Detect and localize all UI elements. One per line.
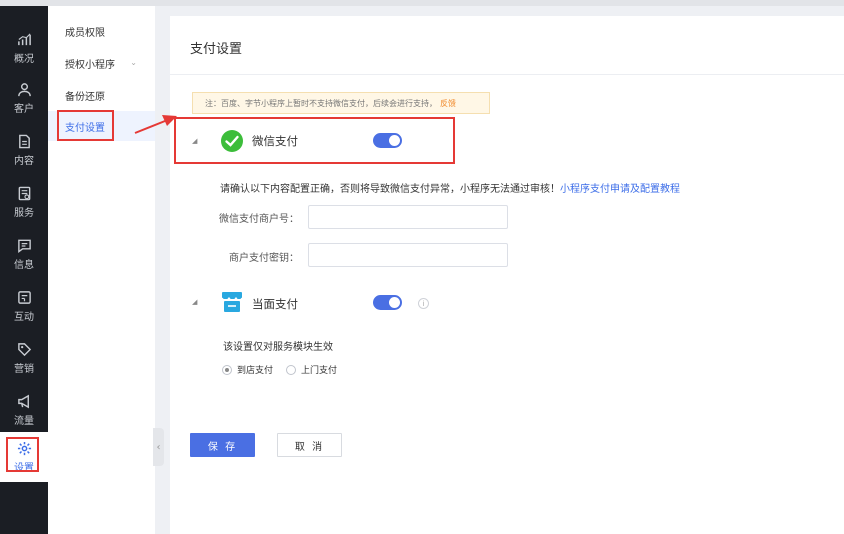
user-icon bbox=[17, 82, 31, 96]
sidebar-item-label: 营销 bbox=[14, 363, 34, 375]
sidebar-item-message[interactable]: 信息 bbox=[0, 228, 48, 280]
annotation-arrow-icon bbox=[134, 115, 177, 134]
collapse-sidebar-button[interactable]: ‹ bbox=[153, 428, 164, 466]
sidebar-item-marketing[interactable]: 营销 bbox=[0, 332, 48, 384]
submenu-item-label: 成员权限 bbox=[65, 27, 105, 39]
merchant-id-label: 微信支付商户号： bbox=[219, 214, 299, 225]
sidebar-item-label: 互动 bbox=[14, 311, 34, 323]
interact-icon bbox=[17, 290, 31, 304]
scope-text: 该设置仅对服务模块生效 bbox=[223, 342, 333, 353]
page-title: 支付设置 bbox=[190, 42, 243, 57]
payment-settings-panel: 支付设置 注：百度、字节小程序上暂时不支持微信支付，后续会进行支持， 反馈 ◢ … bbox=[170, 16, 844, 534]
sidebar-item-label: 流量 bbox=[14, 415, 34, 427]
feedback-link[interactable]: 反馈 bbox=[440, 98, 456, 109]
radio-in-store-pay[interactable]: 到店支付 bbox=[222, 363, 273, 376]
submenu-item-label: 授权小程序 bbox=[65, 59, 115, 71]
notice-text: 注：百度、字节小程序上暂时不支持微信支付，后续会进行支持， bbox=[205, 98, 437, 108]
info-icon[interactable]: i bbox=[418, 298, 429, 309]
store-pay-icon bbox=[221, 292, 243, 312]
collapse-caret-icon[interactable]: ◢ bbox=[192, 298, 197, 306]
sidebar-item-customer[interactable]: 客户 bbox=[0, 72, 48, 124]
merchant-key-label: 商户支付密钥： bbox=[229, 253, 299, 264]
merchant-id-input[interactable] bbox=[308, 205, 508, 229]
settings-submenu: 成员权限 授权小程序 ⌄ 备份还原 支付设置 bbox=[48, 6, 155, 534]
radio-circle bbox=[286, 364, 296, 375]
highlight-box-settings bbox=[6, 437, 39, 472]
submenu-item-member-permissions[interactable]: 成员权限 bbox=[48, 16, 155, 46]
radio-label: 上门支付 bbox=[301, 366, 338, 376]
submenu-item-authorize-miniprogram[interactable]: 授权小程序 ⌄ bbox=[48, 48, 155, 78]
face-pay-label: 当面支付 bbox=[252, 297, 298, 311]
sidebar-item-label: 概况 bbox=[14, 53, 34, 65]
face-pay-toggle[interactable] bbox=[373, 295, 402, 310]
sidebar-item-traffic[interactable]: 流量 bbox=[0, 384, 48, 436]
tutorial-link[interactable]: 小程序支付申请及配置教程 bbox=[560, 184, 680, 195]
tag-icon bbox=[17, 342, 31, 356]
radio-onsite-pay[interactable]: 上门支付 bbox=[286, 363, 337, 376]
radio-label: 到店支付 bbox=[237, 366, 274, 376]
sidebar-item-service[interactable]: 服务 bbox=[0, 176, 48, 228]
sidebar-item-label: 服务 bbox=[14, 207, 34, 219]
megaphone-icon bbox=[17, 394, 29, 408]
document-icon bbox=[18, 134, 30, 148]
config-hint: 请确认以下内容配置正确，否则将导致微信支付异常，小程序无法通过审核！小程序支付申… bbox=[220, 180, 680, 195]
notice-banner: 注：百度、字节小程序上暂时不支持微信支付，后续会进行支持， 反馈 bbox=[192, 92, 490, 114]
toggle-knob bbox=[389, 297, 400, 308]
submenu-item-label: 备份还原 bbox=[65, 91, 105, 103]
highlight-box-payment-settings bbox=[57, 110, 114, 141]
divider bbox=[170, 74, 844, 75]
save-button[interactable]: 保 存 bbox=[190, 433, 255, 457]
sidebar-item-interact[interactable]: 互动 bbox=[0, 280, 48, 332]
sidebar-item-label: 客户 bbox=[14, 103, 34, 115]
cancel-button[interactable]: 取 消 bbox=[277, 433, 342, 457]
sidebar-item-label: 信息 bbox=[14, 259, 34, 271]
sidebar-item-content[interactable]: 内容 bbox=[0, 124, 48, 176]
highlight-box-wechat-pay bbox=[174, 117, 455, 164]
service-icon bbox=[18, 186, 30, 200]
chevron-down-icon: ⌄ bbox=[130, 58, 137, 67]
config-hint-text: 请确认以下内容配置正确，否则将导致微信支付异常，小程序无法通过审核！ bbox=[220, 184, 560, 195]
sidebar-item-label: 内容 bbox=[14, 155, 34, 167]
chart-icon bbox=[17, 32, 31, 45]
submenu-item-backup-restore[interactable]: 备份还原 bbox=[48, 80, 155, 110]
sidebar-item-overview[interactable]: 概况 bbox=[0, 22, 48, 74]
radio-circle bbox=[222, 364, 232, 375]
merchant-key-input[interactable] bbox=[308, 243, 508, 267]
message-icon bbox=[17, 239, 31, 253]
